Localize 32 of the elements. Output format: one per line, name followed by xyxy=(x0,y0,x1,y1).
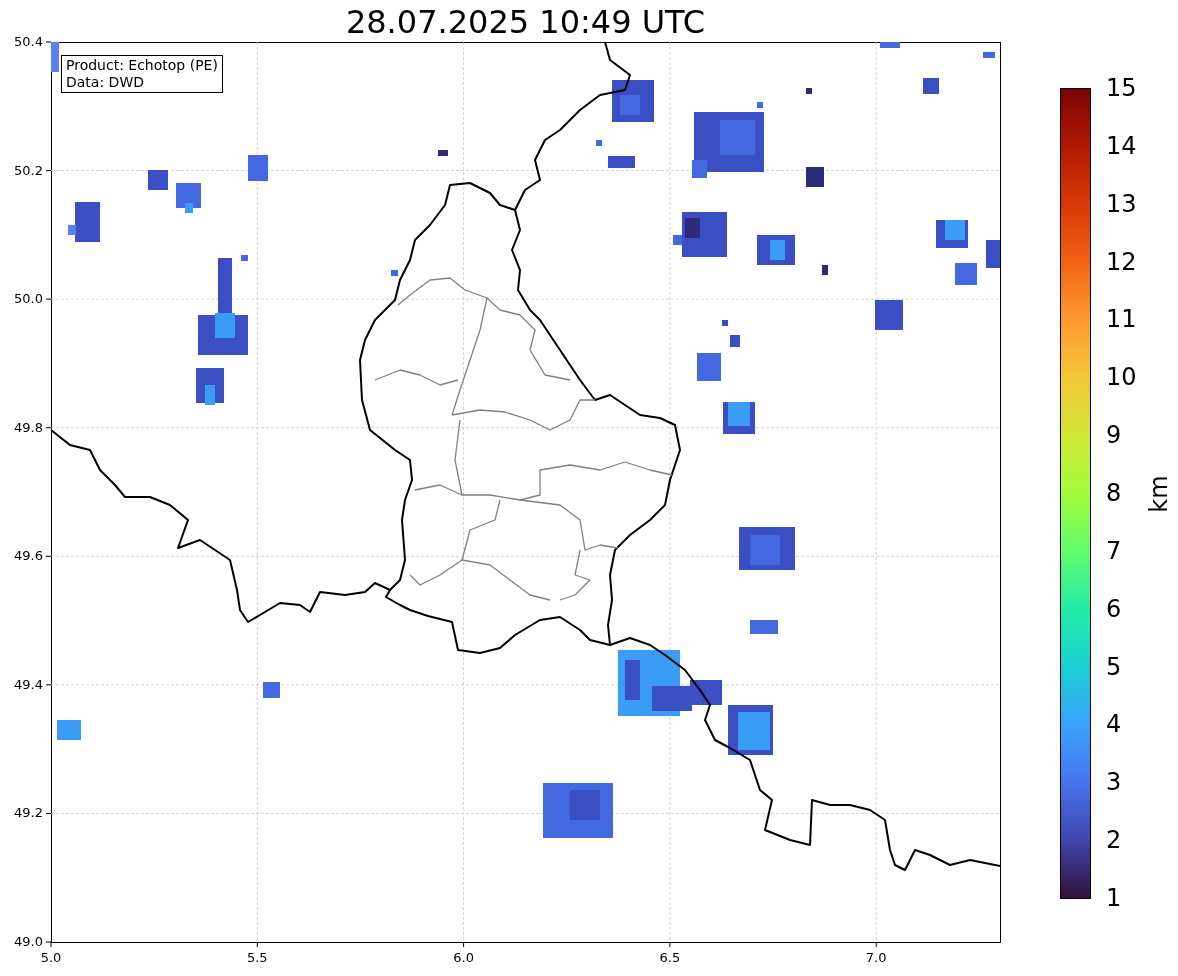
colorbar-tick-label: 6 xyxy=(1106,594,1122,623)
y-tick-label: 50.2 xyxy=(13,162,43,179)
colorbar-tick-label: 1 xyxy=(1106,884,1122,912)
colorbar-tick-label: 3 xyxy=(1106,768,1122,797)
colorbar-tick-label: 2 xyxy=(1106,826,1122,855)
colorbar-tick-label: 9 xyxy=(1106,421,1122,450)
y-tick-label: 49.4 xyxy=(13,676,43,693)
x-tick-label: 5.5 xyxy=(245,950,269,966)
colorbar-tick-label: 10 xyxy=(1106,363,1137,392)
colorbar-tick-label: 12 xyxy=(1106,247,1137,276)
y-tick-label: 50.0 xyxy=(13,291,43,308)
info-text: Product: Echotop (PE) xyxy=(66,57,218,74)
colorbar-tick-label: 13 xyxy=(1106,189,1137,218)
colorbar-tick-label: 5 xyxy=(1106,652,1122,681)
y-tick-label: 49.0 xyxy=(13,934,43,950)
x-tick-label: 7.0 xyxy=(864,950,888,966)
colorbar-label: km xyxy=(1144,475,1173,513)
colorbar-tick-label: 11 xyxy=(1106,305,1137,334)
colorbar-tick-label: 14 xyxy=(1106,131,1137,160)
colorbar-tick-label: 4 xyxy=(1106,710,1122,739)
y-tick-label: 50.4 xyxy=(13,34,43,50)
info-text: Data: DWD xyxy=(66,74,145,91)
colorbar-tick-label: 15 xyxy=(1106,74,1137,102)
chart-title: 28.07.2025 10:49 UTC xyxy=(344,2,707,42)
y-tick-label: 49.8 xyxy=(13,419,43,436)
x-tick-label: 6.5 xyxy=(658,950,682,966)
y-tick-label: 49.6 xyxy=(13,548,43,565)
x-tick-label: 6.0 xyxy=(452,950,475,966)
colorbar-tick-label: 8 xyxy=(1106,479,1122,507)
y-tick-label: 49.2 xyxy=(13,805,43,822)
x-tick-label: 5.0 xyxy=(39,950,63,966)
colorbar-tick-label: 7 xyxy=(1106,536,1122,565)
